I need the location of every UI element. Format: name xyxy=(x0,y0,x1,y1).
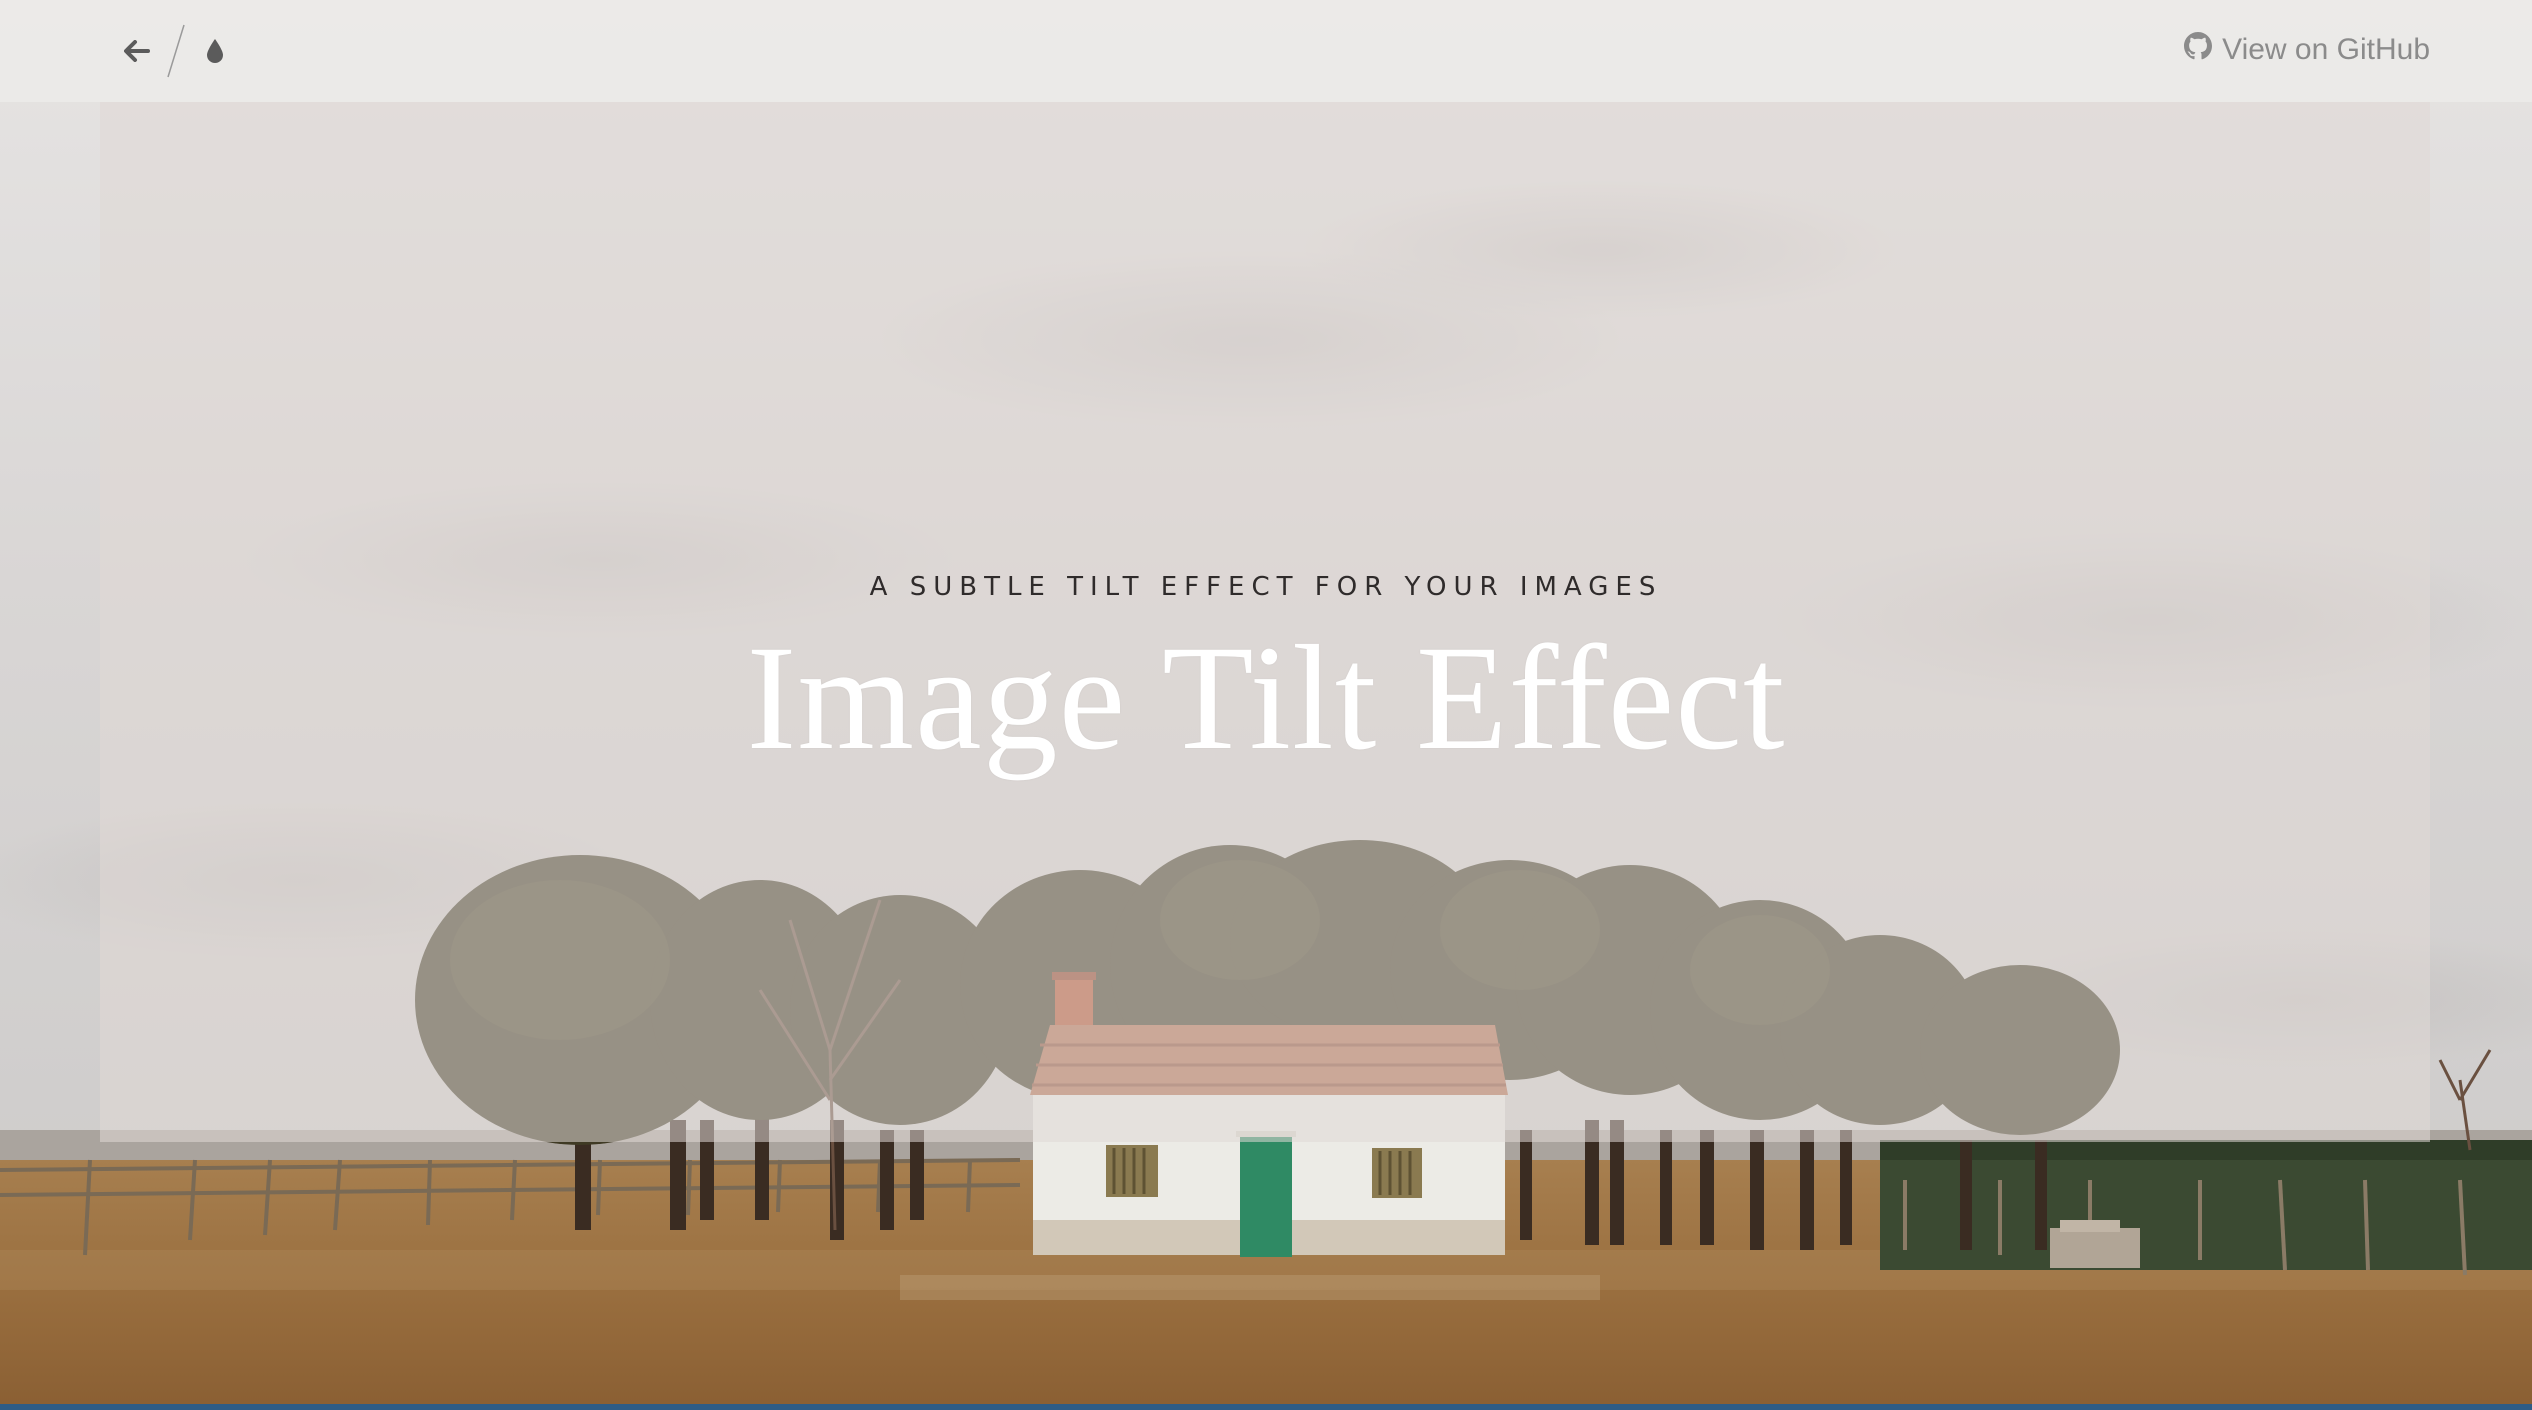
hero-subtitle: A SUBTLE TILT EFFECT FOR YOUR IMAGES xyxy=(869,572,1663,602)
demo-nav xyxy=(118,24,234,78)
bottom-edge xyxy=(0,1404,2532,1410)
arrow-left-icon[interactable] xyxy=(118,32,156,70)
page: View on GitHub A SUBTLE TILT EFFECT FOR … xyxy=(0,0,2532,1410)
droplet-icon[interactable] xyxy=(196,32,234,70)
nav-divider xyxy=(167,24,185,78)
github-icon xyxy=(2184,32,2213,68)
top-bar: View on GitHub xyxy=(0,0,2532,102)
view-on-github-link[interactable]: View on GitHub xyxy=(2184,32,2430,68)
github-link-label: View on GitHub xyxy=(2222,33,2430,66)
hero-title: Image Tilt Effect xyxy=(746,615,1786,781)
